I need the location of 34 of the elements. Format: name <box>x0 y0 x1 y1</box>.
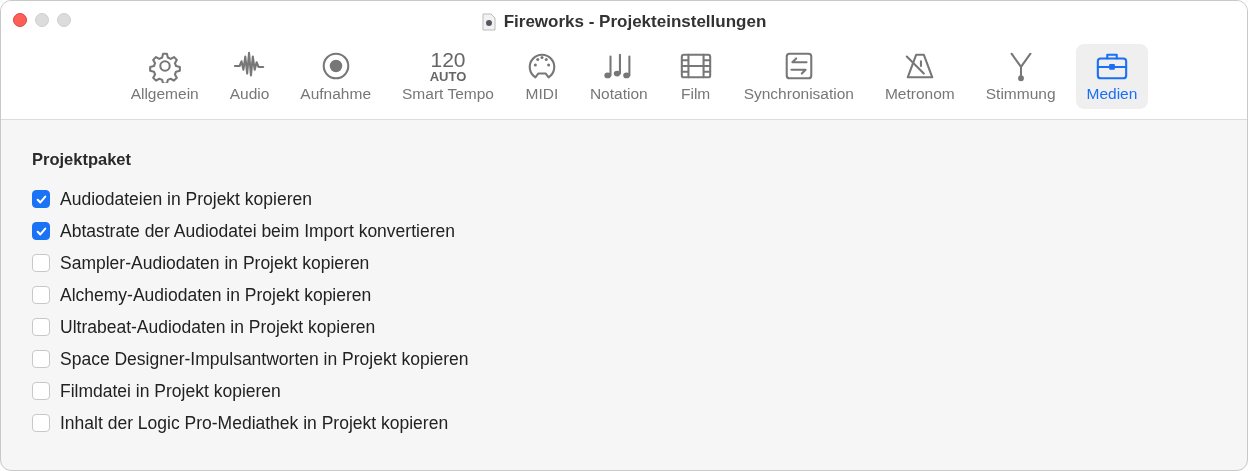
toolbar-tab[interactable]: Allgemein <box>119 44 210 109</box>
toolbar-tab[interactable]: Metronom <box>873 44 966 109</box>
checkbox-label: Audiodateien in Projekt kopieren <box>60 188 312 210</box>
minimize-button[interactable] <box>35 13 49 27</box>
checkbox[interactable] <box>32 414 50 432</box>
checkbox-label: Sampler-Audiodaten in Projekt kopieren <box>60 252 370 274</box>
checkbox-label: Space Designer-Impulsantworten in Projekt kopieren <box>60 348 469 370</box>
checkbox-label: Alchemy-Audiodaten in Projekt kopieren <box>60 284 372 306</box>
checkbox[interactable] <box>32 190 50 208</box>
window-title: Fireworks - Projekteinstellungen <box>503 12 767 32</box>
tempo-icon: 120 AUTO <box>429 49 467 83</box>
toolbar-tab[interactable]: Film <box>667 44 724 109</box>
checkbox[interactable] <box>32 318 50 336</box>
checkbox-label: Abtastrate der Audiodatei beim Import konvertieren <box>60 220 455 242</box>
checkbox[interactable] <box>32 350 50 368</box>
checkbox[interactable] <box>32 382 50 400</box>
checkbox-label: Filmdatei in Projekt kopieren <box>60 380 281 402</box>
toolbar-tab[interactable]: Medien <box>1075 44 1149 109</box>
checkbox[interactable] <box>32 286 50 304</box>
checkbox-label: Ultrabeat-Audiodaten in Projekt kopieren <box>60 316 376 338</box>
checkbox[interactable] <box>32 222 50 240</box>
zoom-button[interactable] <box>57 13 71 27</box>
toolbar-tab[interactable]: Stimmung <box>974 44 1067 109</box>
toolbar-tab[interactable]: Aufnahme <box>289 44 383 109</box>
toolbar-tab[interactable]: 120 AUTO Smart Tempo <box>391 44 505 109</box>
checkbox-label: Inhalt der Logic Pro-Mediathek in Projekt kopieren <box>60 412 449 434</box>
toolbar-tab[interactable]: Audio <box>218 44 281 109</box>
close-button[interactable] <box>13 13 27 27</box>
checkbox[interactable] <box>32 254 50 272</box>
document-icon <box>481 13 496 31</box>
toolbar-tab[interactable]: Notation <box>578 44 659 109</box>
section-heading: Projektpaket <box>32 150 133 169</box>
toolbar-tab[interactable]: MIDI <box>513 44 570 109</box>
toolbar-tab[interactable]: Synchronisation <box>732 44 865 109</box>
